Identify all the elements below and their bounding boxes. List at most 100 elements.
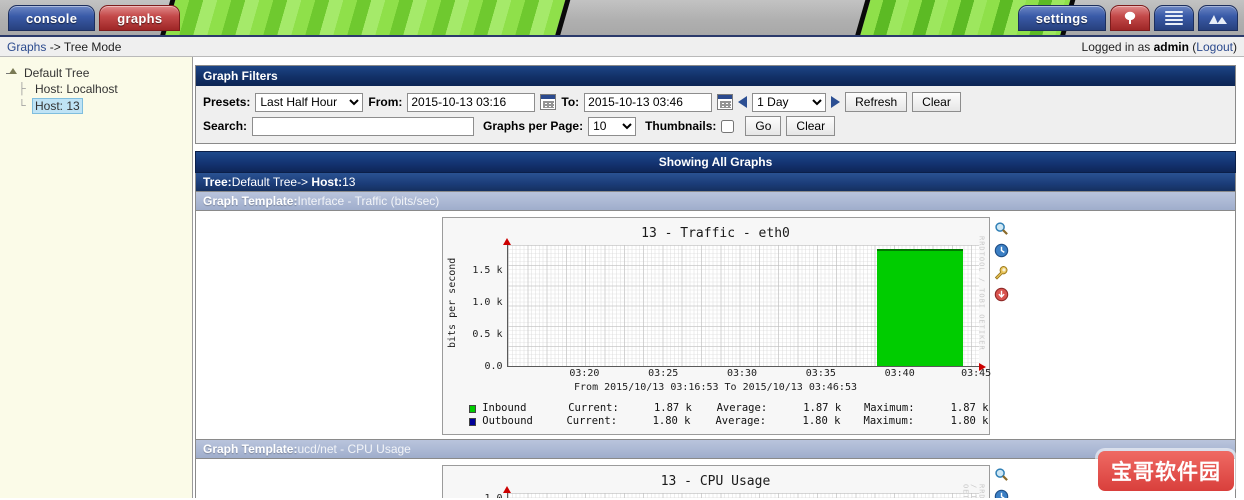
tab-graphs[interactable]: graphs — [99, 5, 181, 31]
legend-average-outbound: 1.80 k — [802, 415, 841, 427]
filter-row-search: Search: Graphs per Page: 10 Thumbnails: … — [203, 114, 1228, 138]
legend-name-inbound: Inbound — [482, 402, 527, 414]
legend-average-label: Average: — [715, 415, 767, 427]
main-content: Graph Filters Presets: Last Half Hour Fr… — [193, 57, 1244, 498]
go-button[interactable]: Go — [745, 116, 782, 136]
traffic-bar-inbound — [877, 248, 964, 366]
sidebar-item-host13[interactable]: └ Host: 13 — [18, 97, 186, 115]
graph-template-name: ucd/net - CPU Usage — [297, 442, 411, 456]
tree-root-label[interactable]: Default Tree — [21, 66, 92, 80]
y-tick: 1.0 — [484, 493, 502, 498]
cpu-plot-wrap: 1.0 — [443, 486, 989, 498]
tree-branch-icon: ├ — [18, 83, 26, 95]
legend-swatch-inbound — [468, 404, 477, 413]
cpu-y-ticks: 1.0 — [461, 493, 507, 498]
traffic-plot-wrap: bits per second 0.0 0.5 k 1.0 k 1.5 k — [443, 238, 989, 372]
calendar-icon-from[interactable] — [540, 94, 557, 110]
thumbnails-label: Thumbnails: — [645, 119, 717, 133]
zoom-icon[interactable] — [994, 467, 1009, 482]
y-tick: 1.5 k — [472, 265, 503, 276]
clear-dates-button[interactable]: Clear — [912, 92, 961, 112]
traffic-graph[interactable]: 13 - Traffic - eth0 bits per second 0.0 … — [441, 217, 992, 435]
arrow-right-icon[interactable] — [831, 96, 841, 108]
legend-maximum-label: Maximum: — [863, 415, 915, 427]
legend-maximum-outbound: 1.80 k — [950, 415, 989, 427]
x-tick: 03:45 — [961, 368, 992, 379]
graphs-per-page-select[interactable]: 10 — [588, 116, 637, 136]
logout-link[interactable]: Logout — [1196, 40, 1233, 54]
x-tick: 03:25 — [648, 368, 679, 379]
legend-maximum-label: Maximum: — [863, 402, 915, 414]
app-header: console graphs settings — [0, 0, 1244, 37]
tab-settings[interactable]: settings — [1017, 5, 1106, 31]
x-tick: 03:30 — [726, 368, 758, 379]
logout-close: ) — [1233, 39, 1237, 54]
breadcrumb: Graphs -> Tree Mode Logged in as admin (… — [0, 37, 1244, 57]
tab-console[interactable]: console — [8, 5, 96, 31]
cpu-plot — [502, 486, 979, 498]
presets-label: Presets: — [203, 95, 251, 109]
mountains-icon — [1209, 14, 1227, 24]
legend-average-inbound: 1.87 k — [803, 402, 842, 414]
zoom-icon[interactable] — [994, 221, 1009, 236]
clear-search-button[interactable]: Clear — [786, 116, 836, 136]
to-date-input[interactable] — [584, 92, 713, 112]
rrdtool-watermark: RRDTOOL / TOBI OETIKER — [962, 484, 986, 498]
cpu-graph-title: 13 - CPU Usage — [660, 474, 771, 489]
clock-icon[interactable] — [994, 489, 1009, 498]
sidebar-item-localhost-label[interactable]: Host: Localhost — [32, 82, 121, 96]
tab-graph-view[interactable] — [1198, 5, 1238, 31]
y-tick: 1.0 k — [472, 297, 503, 308]
filter-row-dates: Presets: Last Half Hour From: To: 1 Day — [203, 90, 1228, 114]
refresh-button[interactable]: Refresh — [845, 92, 908, 112]
graph-template-key: Graph Template: — [203, 194, 298, 208]
legend-maximum-inbound: 1.87 k — [950, 402, 989, 414]
graph-template-row-traffic: Graph Template:Interface - Traffic (bits… — [195, 192, 1236, 211]
tab-list[interactable] — [1154, 5, 1194, 31]
presets-select[interactable]: Last Half Hour — [255, 92, 364, 112]
calendar-icon-to[interactable] — [717, 94, 734, 110]
sidebar-item-localhost[interactable]: ├ Host: Localhost — [18, 81, 186, 97]
thumbnails-checkbox[interactable] — [721, 119, 735, 133]
legend-current-label: Current: — [566, 415, 618, 427]
legend-current-inbound: 1.87 k — [653, 402, 692, 414]
page-body: Default Tree ├ Host: Localhost └ Host: 1… — [0, 57, 1244, 498]
csv-export-icon[interactable] — [994, 287, 1009, 302]
graph-filters-title: Graph Filters — [196, 66, 1235, 86]
graph-filters-body: Presets: Last Half Hour From: To: 1 Day — [196, 86, 1235, 143]
x-tick: 03:20 — [569, 368, 600, 379]
graph-area-traffic: 13 - Traffic - eth0 bits per second 0.0 … — [195, 211, 1236, 440]
timespan-select[interactable]: 1 Day — [752, 92, 827, 112]
traffic-y-axis-label: bits per second — [446, 257, 458, 349]
x-tick: 03:40 — [884, 368, 915, 379]
traffic-graph-title: 13 - Traffic - eth0 — [641, 226, 790, 241]
arrow-left-icon[interactable] — [738, 96, 748, 108]
search-input[interactable] — [252, 116, 475, 136]
host-key: Host: — [311, 175, 343, 189]
tree-icon — [1124, 11, 1136, 24]
legend-swatch-outbound — [468, 417, 477, 426]
sidebar-tree: Default Tree ├ Host: Localhost └ Host: 1… — [0, 57, 193, 498]
tree-arrow: -> — [297, 175, 312, 189]
host-name: 13 — [342, 175, 356, 189]
tree-key: Tree: — [203, 175, 232, 189]
search-label: Search: — [203, 119, 248, 133]
login-status: Logged in as admin (Logout) — [1082, 40, 1237, 54]
wrench-icon[interactable] — [994, 265, 1009, 280]
clock-icon[interactable] — [994, 243, 1009, 258]
sidebar-item-host13-label[interactable]: Host: 13 — [32, 98, 83, 114]
legend-current-outbound: 1.80 k — [652, 415, 691, 427]
main-tabs: console graphs — [8, 5, 181, 31]
cpu-graph[interactable]: 13 - CPU Usage 1.0 RRDTOOL / TOBI OETIKE… — [441, 465, 990, 498]
cpu-graph-actions — [994, 467, 1009, 498]
graph-template-row-cpu: Graph Template:ucd/net - CPU Usage — [195, 440, 1236, 459]
graphs-per-page-label: Graphs per Page: — [483, 119, 584, 133]
from-label: From: — [368, 95, 403, 109]
tree-root-node[interactable]: Default Tree — [6, 65, 186, 81]
breadcrumb-separator: -> — [46, 39, 64, 54]
from-date-input[interactable] — [407, 92, 536, 112]
login-username: admin — [1153, 39, 1189, 54]
tab-help[interactable] — [1110, 5, 1150, 31]
breadcrumb-link-graphs[interactable]: Graphs — [7, 40, 46, 54]
tree-name: Default Tree — [231, 175, 298, 189]
